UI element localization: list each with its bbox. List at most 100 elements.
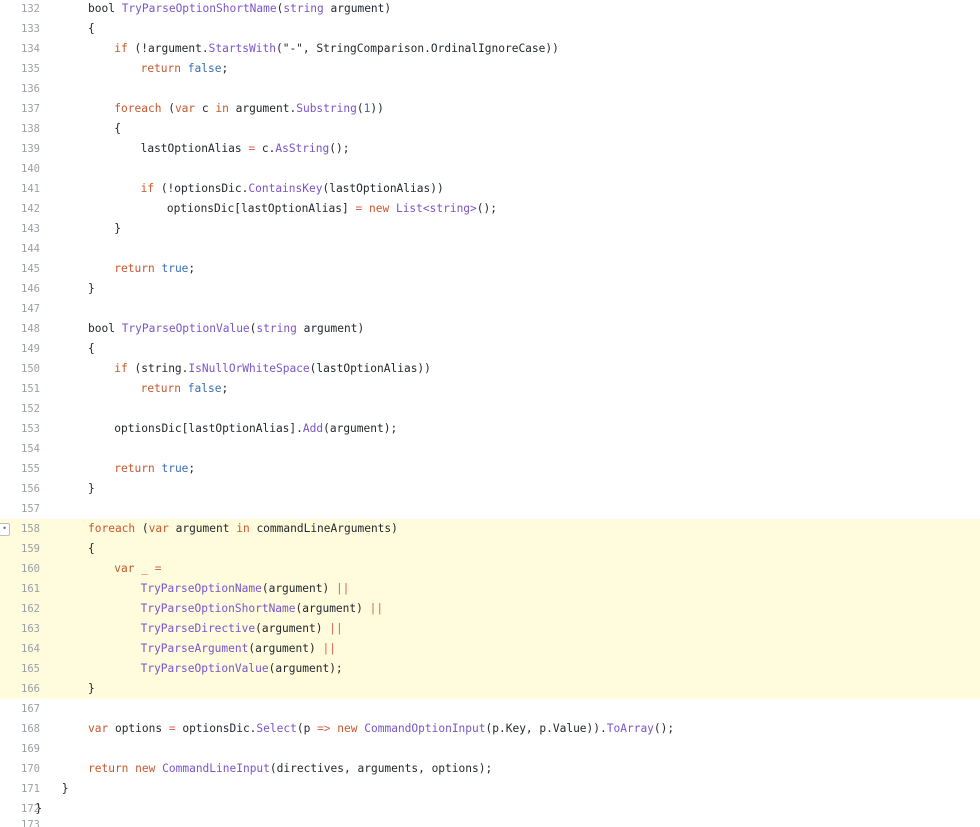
code-line[interactable]: 163 TryParseDirective(argument) ||	[0, 619, 980, 639]
code-line[interactable]: 166}	[0, 679, 980, 699]
code-token: Substring	[296, 102, 357, 115]
line-number[interactable]: 170	[0, 759, 40, 779]
line-number[interactable]: 159	[0, 539, 40, 559]
line-number[interactable]: 152	[0, 399, 40, 419]
line-number[interactable]: 162	[0, 599, 40, 619]
code-line[interactable]: 169	[0, 739, 980, 759]
code-text: optionsDic[lastOptionAlias].Add(argument…	[114, 419, 397, 439]
line-number[interactable]: 166	[0, 679, 40, 699]
code-token: TryParseArgument	[140, 642, 249, 655]
code-token: commandLineArguments)	[249, 522, 398, 535]
code-line[interactable]: 139 lastOptionAlias = c.AsString();	[0, 139, 980, 159]
line-number[interactable]: 143	[0, 219, 40, 239]
code-line[interactable]: 157	[0, 499, 980, 519]
code-line[interactable]: 172}	[0, 799, 980, 819]
line-number[interactable]: 169	[0, 739, 40, 759]
line-number[interactable]: 148	[0, 319, 40, 339]
line-number[interactable]: 147	[0, 299, 40, 319]
code-line[interactable]: 167	[0, 699, 980, 719]
line-number[interactable]: 154	[0, 439, 40, 459]
code-line[interactable]: 142 optionsDic[lastOptionAlias] = new Lis…	[0, 199, 980, 219]
code-token: TryParseOptionName	[140, 582, 262, 595]
code-line[interactable]: 137 foreach (var c in argument.Substring(…	[0, 99, 980, 119]
code-token: CommandOptionInput	[364, 722, 486, 735]
code-line[interactable]: 151 return false;	[0, 379, 980, 399]
code-token: }	[88, 482, 95, 495]
line-number[interactable]: 151	[0, 379, 40, 399]
line-number[interactable]: 156	[0, 479, 40, 499]
code-text: TryParseArgument(argument) ||	[141, 639, 336, 659]
line-number[interactable]: 168	[0, 719, 40, 739]
code-line[interactable]: 149 {	[0, 339, 980, 359]
code-token: (lastOptionAlias))	[322, 182, 444, 195]
code-line[interactable]: 165 TryParseOptionValue(argument);	[0, 659, 980, 679]
code-line[interactable]: 133 {	[0, 19, 980, 39]
line-number[interactable]: 139	[0, 139, 40, 159]
line-number[interactable]: 150	[0, 359, 40, 379]
line-number[interactable]: 138	[0, 119, 40, 139]
line-number[interactable]: 136	[0, 79, 40, 99]
line-number[interactable]: 142	[0, 199, 40, 219]
line-number[interactable]: 161	[0, 579, 40, 599]
code-line[interactable]: 136	[0, 79, 980, 99]
code-token: (argument)	[248, 642, 323, 655]
line-number[interactable]: 144	[0, 239, 40, 259]
code-token: ||	[335, 582, 350, 595]
code-line[interactable]: 160 var _ =	[0, 559, 980, 579]
code-line[interactable]: 146}	[0, 279, 980, 299]
line-number[interactable]: 140	[0, 159, 40, 179]
line-number[interactable]: 146	[0, 279, 40, 299]
code-line[interactable]: 158 • foreach (var argument in commandLine…	[0, 519, 980, 539]
code-line[interactable]: 164 TryParseArgument(argument) ||	[0, 639, 980, 659]
gutter-marker-icon[interactable]: •	[0, 523, 10, 536]
line-number[interactable]: 164	[0, 639, 40, 659]
line-number[interactable]: 155	[0, 459, 40, 479]
code-line[interactable]: 161 TryParseOptionName(argument) ||	[0, 579, 980, 599]
line-number[interactable]: 137	[0, 99, 40, 119]
code-line[interactable]: 143}	[0, 219, 980, 239]
line-number[interactable]: 153	[0, 419, 40, 439]
code-line[interactable]: 156}	[0, 479, 980, 499]
code-line[interactable]: 152	[0, 399, 980, 419]
code-line[interactable]: 145 return true;	[0, 259, 980, 279]
line-number[interactable]: 134	[0, 39, 40, 59]
code-line[interactable]: 162 TryParseOptionShortName(argument) ||	[0, 599, 980, 619]
code-line[interactable]: 141 if (!optionsDic.ContainsKey(lastOptio…	[0, 179, 980, 199]
code-line[interactable]: 148 bool TryParseOptionValue(string argum…	[0, 319, 980, 339]
line-number[interactable]: 141	[0, 179, 40, 199]
line-number[interactable]: 160	[0, 559, 40, 579]
code-line[interactable]: 138 {	[0, 119, 980, 139]
code-line[interactable]: 134 if (!argument.StartsWith("-", StringC…	[0, 39, 980, 59]
line-number[interactable]: 172	[0, 799, 40, 819]
line-number[interactable]: 171	[0, 779, 40, 799]
code-line[interactable]: 135 return false;	[0, 59, 980, 79]
line-number[interactable]: 165	[0, 659, 40, 679]
code-line[interactable]: 154	[0, 439, 980, 459]
line-number[interactable]: 133	[0, 19, 40, 39]
line-number[interactable]: 173	[0, 819, 40, 827]
code-line[interactable]: 168 var options = optionsDic.Select(p => …	[0, 719, 980, 739]
line-number[interactable]: 157	[0, 499, 40, 519]
code-line[interactable]: 140	[0, 159, 980, 179]
code-view: 132 bool TryParseOptionShortName(string a…	[0, 0, 980, 819]
line-number[interactable]: 149	[0, 339, 40, 359]
line-number[interactable]: 135	[0, 59, 40, 79]
code-text: {	[88, 339, 95, 359]
code-line: 173	[0, 819, 980, 827]
code-token: ||	[322, 642, 336, 655]
code-line[interactable]: 170 return new CommandLineInput(directive…	[0, 759, 980, 779]
code-text: TryParseOptionShortName(argument) ||	[141, 599, 384, 619]
code-line[interactable]: 159 {	[0, 539, 980, 559]
code-line[interactable]: 150 if (string.IsNullOrWhiteSpace(lastOpt…	[0, 359, 980, 379]
code-line[interactable]: 155 return true;	[0, 459, 980, 479]
code-line[interactable]: 153 optionsDic[lastOptionAlias].Add(argum…	[0, 419, 980, 439]
line-number[interactable]: 145	[0, 259, 40, 279]
code-line[interactable]: 132 bool TryParseOptionShortName(string a…	[0, 0, 980, 19]
code-line[interactable]: 147	[0, 299, 980, 319]
code-line[interactable]: 171}	[0, 779, 980, 799]
line-number[interactable]: 132	[0, 0, 40, 19]
code-line[interactable]: 144	[0, 239, 980, 259]
code-token: string	[256, 322, 297, 335]
line-number[interactable]: 163	[0, 619, 40, 639]
line-number[interactable]: 167	[0, 699, 40, 719]
